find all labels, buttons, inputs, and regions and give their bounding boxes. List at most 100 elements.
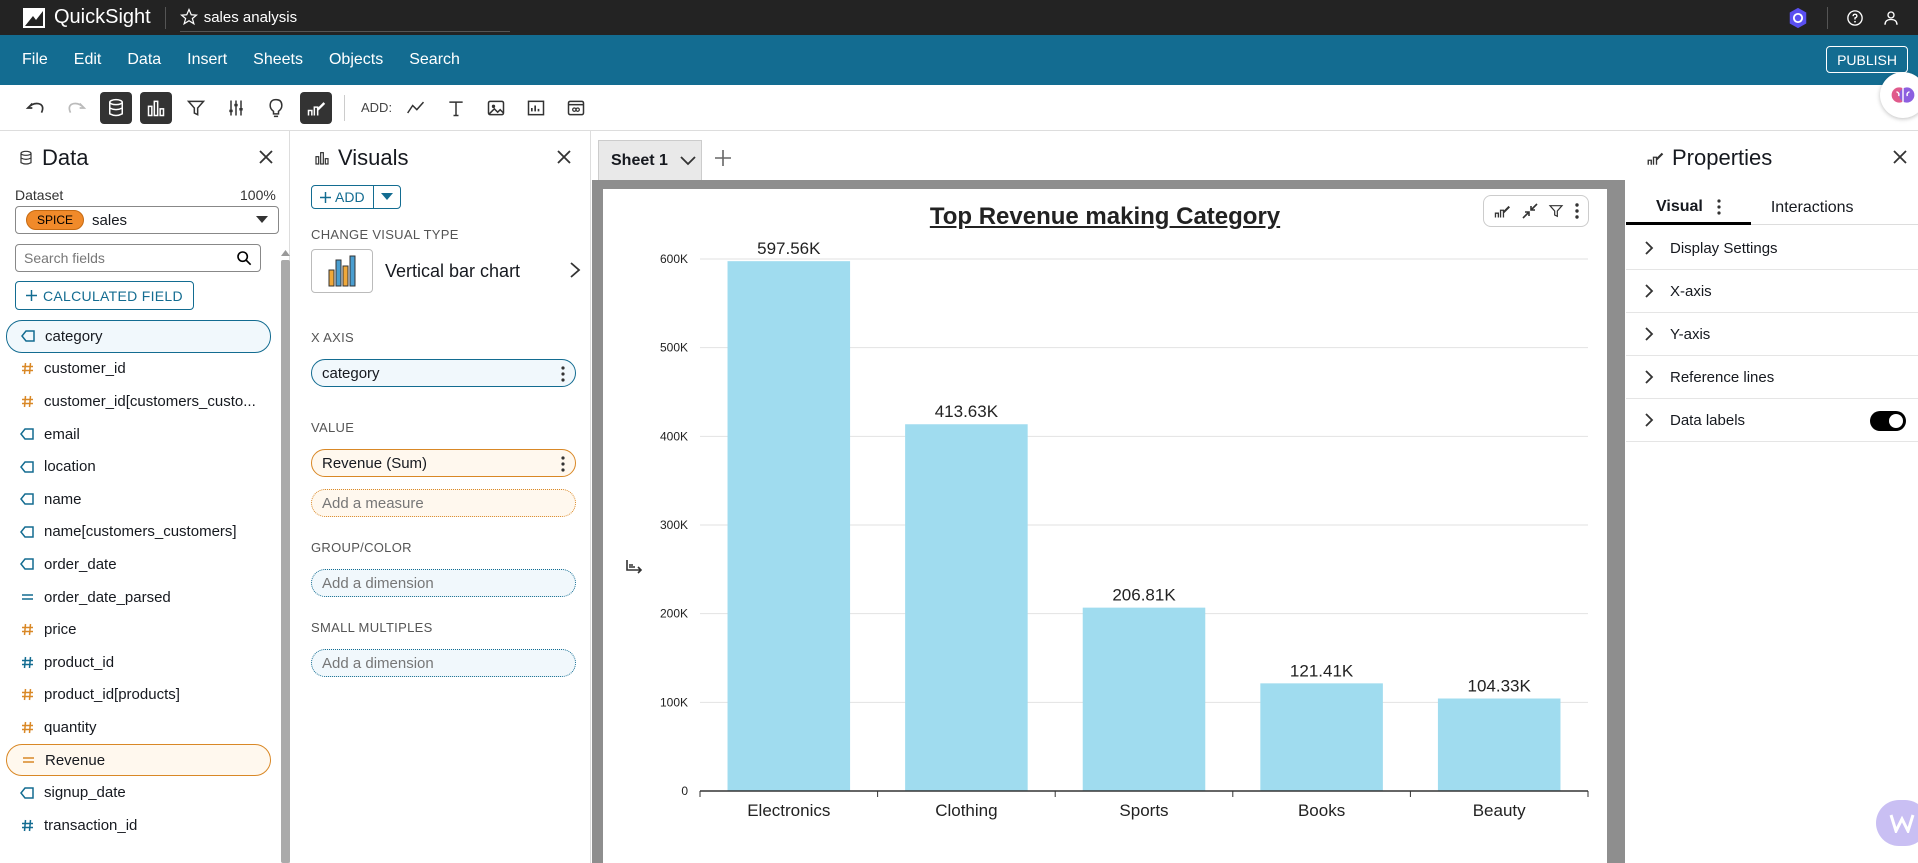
group-color-well[interactable]: Add a dimension bbox=[311, 569, 576, 597]
tag-icon bbox=[20, 786, 34, 799]
star-icon[interactable] bbox=[179, 8, 198, 26]
value-field-well[interactable]: Revenue (Sum) bbox=[311, 449, 576, 477]
dataset-select[interactable]: SPICE sales bbox=[15, 206, 279, 234]
field-item[interactable]: price bbox=[6, 613, 271, 646]
field-name: price bbox=[44, 621, 77, 639]
analysis-title[interactable]: sales analysis bbox=[179, 4, 510, 32]
y-tick-label: 0 bbox=[681, 784, 688, 798]
add-embed-button[interactable] bbox=[560, 92, 592, 124]
add-text-box-button[interactable] bbox=[440, 92, 472, 124]
toggle-knob bbox=[1889, 414, 1903, 428]
calc-icon bbox=[21, 755, 35, 765]
field-item[interactable]: order_date_parsed bbox=[6, 581, 271, 614]
format-visual-icon[interactable] bbox=[1493, 203, 1511, 219]
analysis-name[interactable]: sales analysis bbox=[204, 9, 297, 26]
search-icon[interactable] bbox=[236, 250, 252, 266]
field-item[interactable]: transaction_id bbox=[6, 809, 271, 842]
filter-button[interactable] bbox=[180, 92, 212, 124]
visuals-pane-toggle-button[interactable] bbox=[140, 91, 172, 124]
field-item[interactable]: customer_id bbox=[6, 353, 271, 386]
scrollbar-thumb[interactable] bbox=[281, 260, 290, 863]
add-visual-button[interactable]: ADD bbox=[312, 186, 374, 208]
ai-assistant-button[interactable] bbox=[1880, 72, 1918, 118]
close-icon[interactable] bbox=[1892, 149, 1910, 167]
kebab-menu-icon[interactable] bbox=[1575, 203, 1579, 219]
add-insight-button[interactable] bbox=[520, 92, 552, 124]
bar-chart: 0 100K 200K 300K 400K 500K 600K 597.56K Electron… bbox=[660, 239, 1589, 820]
field-item[interactable]: product_id[products] bbox=[6, 679, 271, 712]
close-icon[interactable] bbox=[258, 149, 276, 167]
field-name: transaction_id bbox=[44, 816, 138, 834]
redo-button[interactable] bbox=[60, 92, 92, 124]
field-item[interactable]: Revenue bbox=[6, 743, 271, 777]
y-tick-label: 200K bbox=[660, 607, 688, 621]
x-axis-field: category bbox=[322, 364, 380, 382]
menu-insert[interactable]: Insert bbox=[187, 51, 227, 69]
data-pane-toggle-button[interactable] bbox=[100, 91, 132, 124]
field-item[interactable]: quantity bbox=[6, 711, 271, 744]
kebab-menu-icon[interactable] bbox=[561, 366, 565, 382]
spice-badge: SPICE bbox=[26, 210, 85, 230]
field-item[interactable]: email bbox=[6, 418, 271, 451]
x-axis-field-well[interactable]: category bbox=[311, 359, 576, 387]
user-icon[interactable] bbox=[1882, 9, 1900, 27]
visual-title[interactable]: Top Revenue making Category bbox=[603, 203, 1607, 231]
field-item[interactable]: signup_date bbox=[6, 776, 271, 809]
add-visual-dropdown[interactable] bbox=[374, 186, 400, 208]
field-item[interactable]: name bbox=[6, 483, 271, 516]
add-sheet-button[interactable] bbox=[710, 145, 736, 171]
section-x-axis[interactable]: X-axis bbox=[1626, 270, 1918, 313]
field-item[interactable]: product_id bbox=[6, 646, 271, 679]
x-axis-label: X AXIS bbox=[311, 330, 354, 345]
insights-button[interactable] bbox=[260, 92, 292, 124]
add-dimension-placeholder: Add a dimension bbox=[322, 654, 434, 672]
filter-icon[interactable] bbox=[1548, 203, 1564, 219]
parameters-button[interactable] bbox=[220, 92, 252, 124]
brand[interactable]: QuickSight bbox=[0, 6, 151, 29]
tab-sheet-1[interactable]: Sheet 1 bbox=[598, 140, 702, 180]
section-reference-lines[interactable]: Reference lines bbox=[1626, 356, 1918, 399]
section-display-settings[interactable]: Display Settings bbox=[1626, 227, 1918, 270]
small-multiples-well[interactable]: Add a dimension bbox=[311, 649, 576, 677]
menu-file[interactable]: File bbox=[22, 51, 48, 69]
menu-objects[interactable]: Objects bbox=[329, 51, 383, 69]
field-item[interactable]: name[customers_customers] bbox=[6, 516, 271, 549]
field-item[interactable]: order_date bbox=[6, 548, 271, 581]
amazon-q-icon[interactable] bbox=[1787, 7, 1809, 29]
chevron-right-icon bbox=[1644, 283, 1654, 299]
undo-button[interactable] bbox=[20, 92, 52, 124]
section-data-labels[interactable]: Data labels bbox=[1626, 399, 1918, 442]
add-visual-button[interactable] bbox=[400, 92, 432, 124]
field-item[interactable]: customer_id[customers_custo... bbox=[6, 385, 271, 418]
add-image-button[interactable] bbox=[480, 92, 512, 124]
kebab-menu-icon[interactable] bbox=[1717, 198, 1721, 215]
section-label: Reference lines bbox=[1670, 368, 1775, 386]
search-fields-input[interactable]: Search fields bbox=[15, 244, 261, 272]
collapse-icon[interactable] bbox=[1522, 203, 1538, 219]
menu-search[interactable]: Search bbox=[409, 51, 460, 69]
visual-type-selector[interactable]: Vertical bar chart bbox=[311, 249, 581, 293]
add-measure-well[interactable]: Add a measure bbox=[311, 489, 576, 517]
publish-button[interactable]: PUBLISH bbox=[1826, 46, 1908, 73]
menu-edit[interactable]: Edit bbox=[74, 51, 102, 69]
menu-data[interactable]: Data bbox=[127, 51, 161, 69]
y-tick-label: 300K bbox=[660, 518, 688, 532]
chevron-down-icon[interactable] bbox=[680, 155, 696, 166]
tab-visual[interactable]: Visual bbox=[1626, 191, 1751, 225]
field-item[interactable]: category bbox=[6, 320, 271, 353]
lightbulb-icon bbox=[266, 98, 286, 118]
close-icon[interactable] bbox=[556, 149, 574, 167]
section-y-axis[interactable]: Y-axis bbox=[1626, 313, 1918, 356]
properties-pane-toggle-button[interactable] bbox=[300, 91, 332, 124]
menu-sheets[interactable]: Sheets bbox=[253, 51, 303, 69]
data-labels-toggle[interactable] bbox=[1870, 411, 1906, 431]
tab-interactions[interactable]: Interactions bbox=[1751, 191, 1884, 225]
tag-icon bbox=[20, 526, 34, 538]
kebab-menu-icon[interactable] bbox=[561, 456, 565, 472]
add-calculated-field-button[interactable]: CALCULATED FIELD bbox=[15, 281, 194, 310]
field-item[interactable]: location bbox=[6, 450, 271, 483]
help-icon[interactable] bbox=[1846, 9, 1864, 27]
bar-chart-visual[interactable]: Top Revenue making Category 0 100K 200K 300… bbox=[603, 189, 1607, 863]
field-list-scrollbar[interactable] bbox=[281, 248, 290, 863]
assistant-bubble-button[interactable] bbox=[1876, 800, 1918, 846]
